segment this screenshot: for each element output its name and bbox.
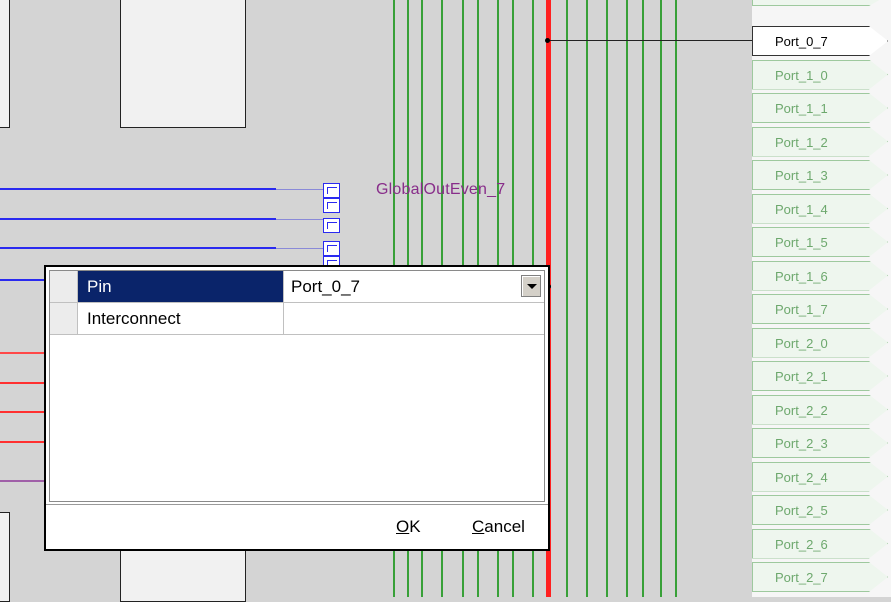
port-port-0-7[interactable]: Port_0_7 xyxy=(752,26,888,56)
port-port-1-2[interactable]: Port_1_2 xyxy=(752,126,888,157)
port-port-1-3[interactable]: Port_1_3 xyxy=(752,160,888,190)
ok-accel: O xyxy=(396,517,410,536)
port-port-1-5[interactable]: Port_1_5 xyxy=(752,227,888,257)
port-port-2-4[interactable]: Port_2_4 xyxy=(752,461,888,492)
wire-green[interactable] xyxy=(606,0,608,597)
net-label[interactable]: GlobalOutEven_7 xyxy=(376,181,505,199)
wire-blue-1[interactable] xyxy=(0,188,276,190)
property-row-pin[interactable]: Pin Port_0_7 xyxy=(50,271,544,303)
row-gutter xyxy=(50,303,78,335)
property-name-pin[interactable]: Pin xyxy=(78,271,284,303)
ok-label: K xyxy=(409,517,421,536)
component-block-left-top[interactable] xyxy=(0,0,10,128)
io-terminal-icon[interactable] xyxy=(323,183,340,198)
junction-dot xyxy=(545,38,550,43)
wire-green[interactable] xyxy=(642,0,644,597)
port-connector-wire[interactable] xyxy=(546,40,752,41)
wire-blue-3b[interactable] xyxy=(276,248,324,249)
wire-green[interactable] xyxy=(675,0,677,597)
cancel-accel: C xyxy=(472,517,485,536)
wire-blue-2b[interactable] xyxy=(276,219,324,220)
property-name-interconnect[interactable]: Interconnect xyxy=(78,303,284,335)
port-port-1-6[interactable]: Port_1_6 xyxy=(752,260,888,291)
component-block-center-bottom[interactable] xyxy=(120,548,246,602)
wire-purple-1[interactable] xyxy=(0,480,44,482)
cancel-button[interactable]: Cancel xyxy=(472,517,525,537)
cancel-label: ancel xyxy=(484,517,525,536)
port-port-2-5[interactable]: Port_2_5 xyxy=(752,495,888,525)
wire-green[interactable] xyxy=(660,0,662,597)
port-port-2-1[interactable]: Port_2_1 xyxy=(752,361,888,391)
component-block-center-top[interactable] xyxy=(120,0,246,128)
ok-button[interactable]: OK xyxy=(396,517,421,537)
component-block-left-bottom[interactable] xyxy=(0,512,10,602)
port-port-2-3[interactable]: Port_2_3 xyxy=(752,428,888,458)
wire-blue-3[interactable] xyxy=(0,247,276,249)
wire-red-2[interactable] xyxy=(0,382,44,384)
wire-red-1[interactable] xyxy=(0,352,44,354)
wire-blue-1b[interactable] xyxy=(276,189,324,190)
wire-blue-2[interactable] xyxy=(0,218,276,220)
io-terminal-icon[interactable] xyxy=(323,218,340,233)
io-terminal-icon[interactable] xyxy=(323,198,340,213)
wire-green[interactable] xyxy=(566,0,568,597)
io-terminal-icon[interactable] xyxy=(323,241,340,256)
port-port-2-7[interactable]: Port_2_7 xyxy=(752,562,888,592)
port-port-1-0[interactable]: Port_1_0 xyxy=(752,59,888,90)
pin-select-value: Port_0_7 xyxy=(291,277,360,296)
port-port-2-6[interactable]: Port_2_6 xyxy=(752,528,888,559)
pin-select[interactable]: Port_0_7 xyxy=(284,271,544,303)
port-port-1-7[interactable]: Port_1_7 xyxy=(752,294,888,324)
wire-green[interactable] xyxy=(586,0,588,597)
dropdown-arrow-button[interactable] xyxy=(521,275,541,297)
port-fragment-top[interactable] xyxy=(752,0,888,6)
port-port-2-2[interactable]: Port_2_2 xyxy=(752,394,888,425)
port-port-1-1[interactable]: Port_1_1 xyxy=(752,93,888,123)
property-row-interconnect[interactable]: Interconnect xyxy=(50,303,544,335)
pin-properties-dialog: Pin Port_0_7 Interconnect OK Cancel xyxy=(44,265,550,551)
row-gutter xyxy=(50,271,78,303)
schematic-canvas[interactable]: GlobalOutEven_7 Port_0_7 Port_1_0 Port_1_1… xyxy=(0,0,891,602)
wire-red-4[interactable] xyxy=(0,441,44,443)
wire-blue-4[interactable] xyxy=(0,279,44,281)
wire-green[interactable] xyxy=(626,0,628,597)
port-port-1-4[interactable]: Port_1_4 xyxy=(752,193,888,224)
property-grid: Pin Port_0_7 Interconnect xyxy=(49,270,545,502)
interconnect-value[interactable] xyxy=(284,303,544,335)
port-port-2-0[interactable]: Port_2_0 xyxy=(752,327,888,358)
wire-red-3[interactable] xyxy=(0,411,44,413)
dialog-button-bar: OK Cancel xyxy=(46,504,548,550)
